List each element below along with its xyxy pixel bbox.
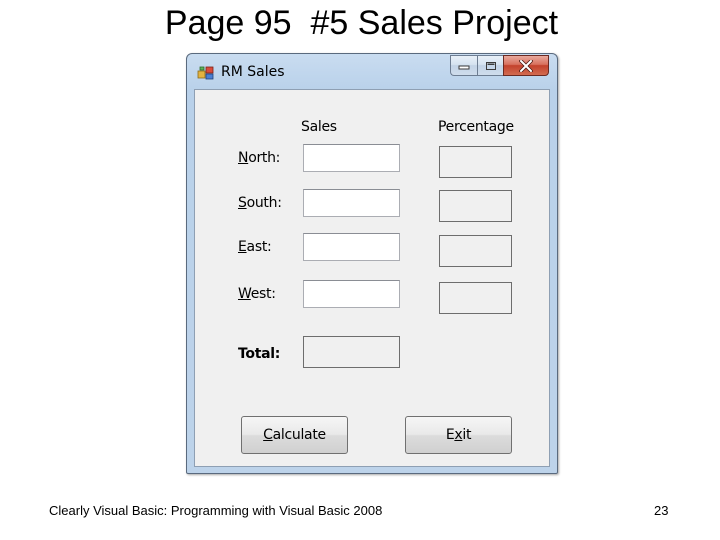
total-sales-output [303, 336, 400, 368]
exit-button[interactable]: Ex it [405, 416, 512, 454]
west-sales-input[interactable] [303, 280, 400, 308]
west-label: West: [238, 286, 276, 302]
south-percentage-output [439, 190, 512, 222]
east-label: East: [238, 239, 272, 255]
east-sales-input[interactable] [303, 233, 400, 261]
sales-header: Sales [301, 119, 337, 135]
east-percentage-output [439, 235, 512, 267]
west-percentage-output [439, 282, 512, 314]
maximize-button[interactable] [477, 55, 503, 76]
window-title: RM Sales [221, 64, 285, 80]
south-label: South: [238, 195, 282, 211]
maximize-icon [485, 61, 496, 70]
slide-title: Page 95 #5 Sales Project [164, 4, 559, 42]
application-icon [197, 66, 214, 80]
total-label: Total: [238, 346, 281, 362]
close-button[interactable] [503, 55, 549, 76]
north-percentage-output [439, 146, 512, 178]
calculate-button[interactable]: Calculate [241, 416, 348, 454]
close-icon [519, 59, 533, 72]
percentage-header: Percentage [438, 119, 514, 135]
slide-page-number: 23 [654, 503, 669, 518]
rm-sales-window: RM Sales Sales Percentage North: South: … [186, 53, 558, 474]
slide-footer-text: Clearly Visual Basic: Programming with V… [49, 503, 383, 518]
south-sales-input[interactable] [303, 189, 400, 217]
minimize-button[interactable] [450, 55, 477, 76]
window-controls [450, 55, 549, 76]
north-sales-input[interactable] [303, 144, 400, 172]
form-client-area: Sales Percentage North: South: East: Wes… [194, 89, 550, 467]
minimize-icon [458, 65, 470, 69]
title-bar[interactable]: RM Sales [187, 54, 557, 88]
north-label: North: [238, 150, 281, 166]
